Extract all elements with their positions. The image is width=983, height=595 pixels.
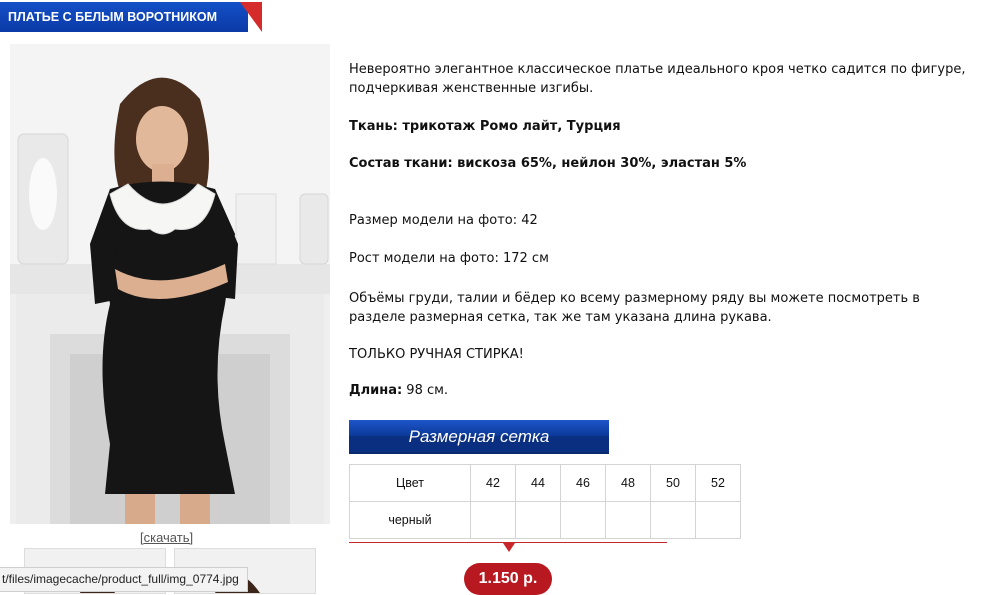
size-header: 46 bbox=[560, 464, 606, 502]
model-size: Размер модели на фото: 42 bbox=[349, 213, 538, 228]
size-header: 52 bbox=[695, 464, 741, 502]
size-cell[interactable] bbox=[605, 501, 651, 539]
size-table: Цвет 42 44 46 48 50 52 черный bbox=[349, 464, 741, 539]
size-cell[interactable] bbox=[515, 501, 561, 539]
size-cell[interactable] bbox=[470, 501, 516, 539]
measurements-note: Объёмы груди, талии и бёдер ко всему раз… bbox=[349, 291, 920, 325]
price-pointer-arrow bbox=[503, 543, 515, 552]
table-row: черный bbox=[349, 501, 741, 539]
length-label: Длина: bbox=[349, 383, 403, 398]
length-value: 98 см. bbox=[402, 383, 449, 398]
size-header: 44 bbox=[515, 464, 561, 502]
color-name: черный bbox=[349, 501, 471, 539]
description-intro: Невероятно элегантное классическое плать… bbox=[349, 62, 966, 96]
size-cell[interactable] bbox=[695, 501, 741, 539]
size-header: 48 bbox=[605, 464, 651, 502]
status-bar-url: t/files/imagecache/product_full/img_0774… bbox=[0, 567, 248, 592]
ribbon-corner-red bbox=[240, 2, 262, 32]
table-header-row: Цвет 42 44 46 48 50 52 bbox=[349, 464, 741, 502]
model-height: Рост модели на фото: 172 см bbox=[349, 251, 549, 266]
size-cell[interactable] bbox=[560, 501, 606, 539]
composition-text: Состав ткани: вискоза 65%, нейлон 30%, э… bbox=[349, 156, 747, 171]
fabric-text: Ткань: трикотаж Ромо лайт, Турция bbox=[349, 119, 621, 134]
model-photo-illustration bbox=[10, 44, 330, 524]
price-badge: 1.150 р. bbox=[464, 563, 552, 595]
product-title-ribbon: ПЛАТЬЕ С БЕЛЫМ ВОРОТНИКОМ bbox=[0, 2, 262, 32]
wash-instructions: ТОЛЬКО РУЧНАЯ СТИРКА! bbox=[349, 347, 524, 362]
color-column-header: Цвет bbox=[349, 464, 471, 502]
size-chart-button[interactable]: Размерная сетка bbox=[349, 420, 609, 454]
size-header: 42 bbox=[470, 464, 516, 502]
length-line: Длина: 98 см. bbox=[349, 381, 969, 400]
size-cell[interactable] bbox=[650, 501, 696, 539]
product-photo[interactable] bbox=[10, 44, 330, 524]
composition-line: Состав ткани: вискоза 65%, нейлон 30%, э… bbox=[349, 154, 969, 173]
download-link[interactable]: [скачать] bbox=[140, 530, 193, 545]
fabric-line: Ткань: трикотаж Ромо лайт, Турция bbox=[349, 117, 969, 136]
product-title: ПЛАТЬЕ С БЕЛЫМ ВОРОТНИКОМ bbox=[0, 2, 248, 32]
size-header: 50 bbox=[650, 464, 696, 502]
